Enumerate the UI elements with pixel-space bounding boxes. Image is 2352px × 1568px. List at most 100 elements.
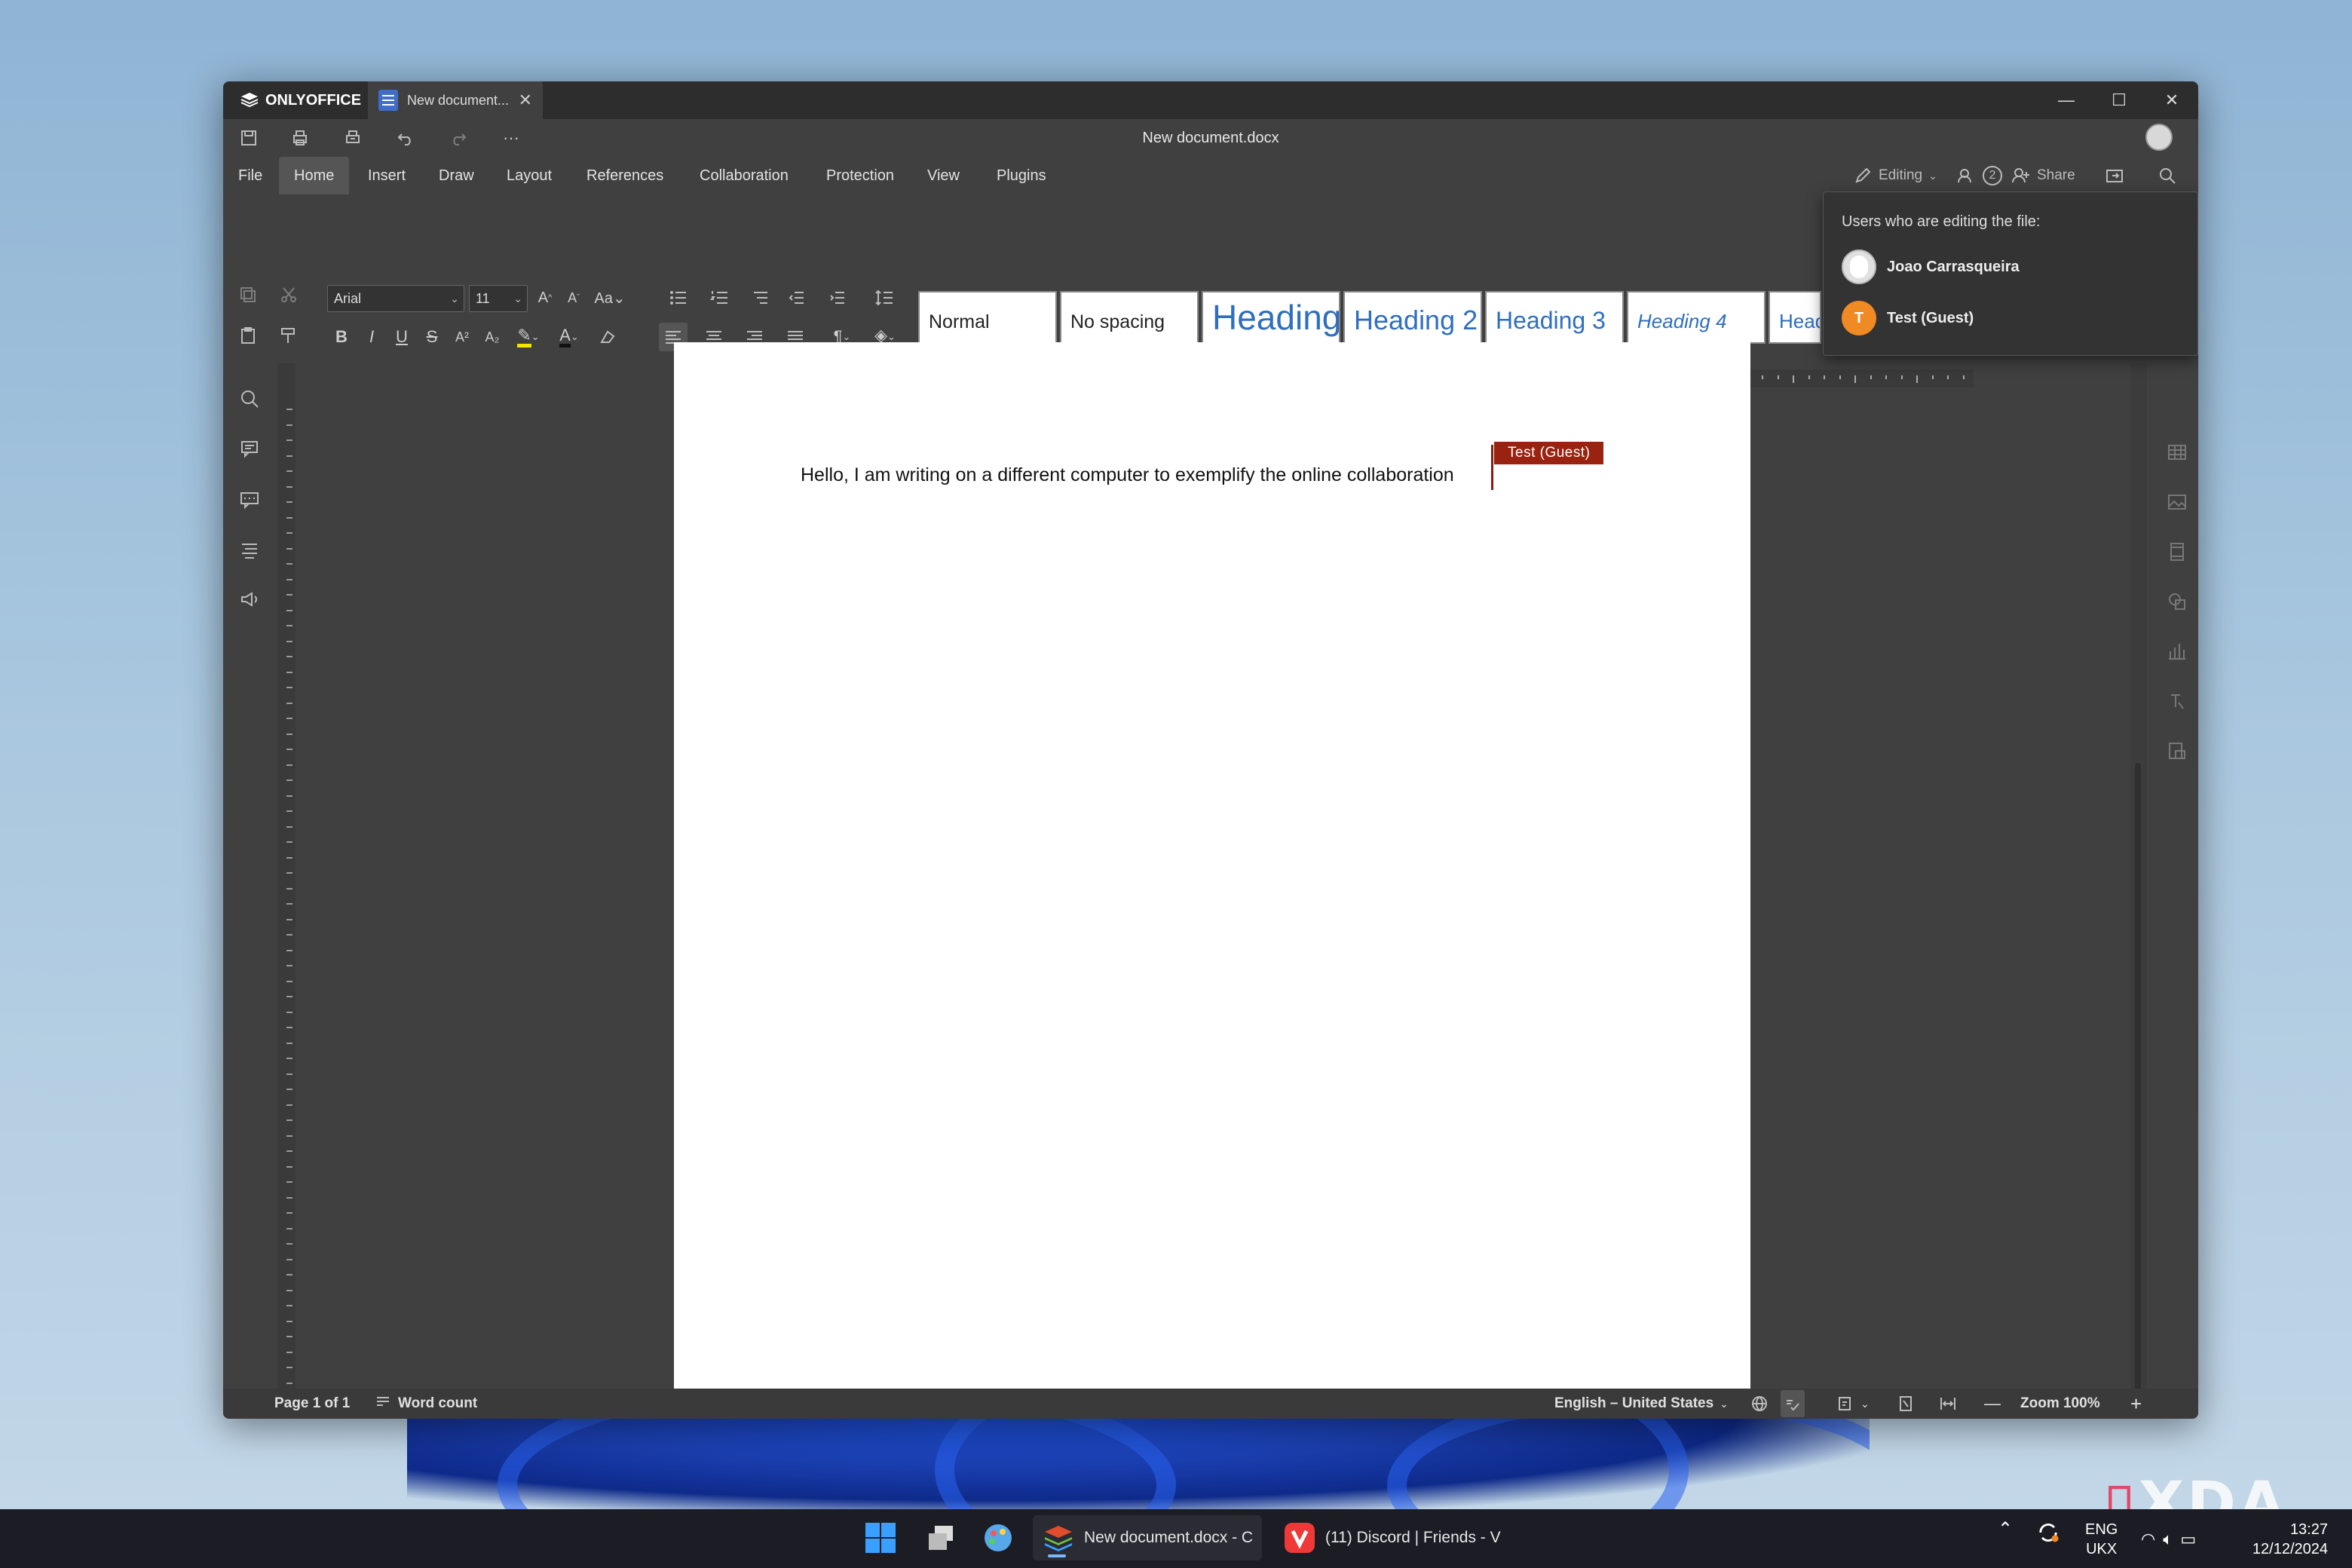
page-indicator[interactable]: Page 1 of 1: [274, 1390, 350, 1417]
table-settings-icon[interactable]: [2164, 439, 2191, 466]
header-footer-icon[interactable]: [2164, 538, 2191, 565]
start-button[interactable]: [864, 1515, 897, 1560]
minimize-button[interactable]: —: [2040, 81, 2093, 119]
underline-icon[interactable]: U: [387, 323, 416, 351]
copy-icon[interactable]: [234, 280, 262, 309]
doc-language-icon[interactable]: [1750, 1390, 1769, 1417]
shape-settings-icon[interactable]: [2164, 588, 2191, 615]
zoom-in-button[interactable]: +: [2130, 1390, 2142, 1417]
image-settings-icon[interactable]: [2164, 488, 2191, 516]
document-text[interactable]: Hello, I am writing on a different compu…: [801, 464, 1454, 486]
menu-plugins[interactable]: Plugins: [982, 157, 1061, 194]
mail-merge-icon[interactable]: [2164, 737, 2191, 764]
close-tab-icon[interactable]: ✕: [519, 90, 532, 110]
zoom-level[interactable]: Zoom 100%: [2020, 1390, 2100, 1417]
bullet-list-icon[interactable]: [660, 283, 698, 312]
user-item-guest[interactable]: T Test (Guest): [1842, 301, 1974, 335]
word-count-button[interactable]: Word count: [374, 1390, 477, 1417]
track-changes-icon[interactable]: ⌄: [1836, 1390, 1870, 1417]
language-indicator[interactable]: ENG UKX: [2085, 1520, 2118, 1559]
line-spacing-icon[interactable]: [865, 283, 903, 312]
style-heading-5[interactable]: Heading 5: [1769, 291, 1821, 344]
style-heading-2[interactable]: Heading 2: [1343, 291, 1482, 344]
multilevel-list-icon[interactable]: [742, 283, 779, 312]
font-name-select[interactable]: Arial ⌄: [327, 285, 464, 312]
comments-icon[interactable]: [234, 433, 265, 464]
undo-icon[interactable]: [392, 125, 419, 151]
search-panel-icon[interactable]: [234, 383, 265, 415]
more-icon[interactable]: ···: [498, 125, 525, 151]
zoom-out-button[interactable]: —: [1984, 1390, 2001, 1417]
clear-style-icon[interactable]: [593, 323, 621, 351]
format-painter-icon[interactable]: [274, 321, 303, 350]
cut-icon[interactable]: [274, 280, 303, 309]
clock[interactable]: 13:27 12/12/2024: [2237, 1520, 2328, 1559]
paste-icon[interactable]: [234, 321, 262, 350]
highlight-color-icon[interactable]: ✎ ⌄: [510, 323, 547, 351]
decrease-font-icon[interactable]: Aˇ: [559, 283, 588, 312]
menu-layout[interactable]: Layout: [492, 157, 567, 194]
search-icon[interactable]: [2158, 160, 2177, 191]
font-size-select[interactable]: 11 ⌄: [469, 285, 528, 312]
maximize-button[interactable]: ☐: [2093, 81, 2145, 119]
quick-print-icon[interactable]: [339, 125, 366, 151]
increase-indent-icon[interactable]: [823, 283, 852, 312]
font-color-icon[interactable]: A ⌄: [550, 323, 588, 351]
document-tab[interactable]: New document... ✕: [368, 81, 543, 119]
menu-references[interactable]: References: [571, 157, 678, 194]
spellcheck-icon[interactable]: [1781, 1390, 1805, 1417]
text-art-icon[interactable]: [2164, 688, 2191, 715]
style-heading-3[interactable]: Heading 3: [1485, 291, 1624, 344]
taskbar-onlyoffice[interactable]: New document.docx - C: [1033, 1515, 1263, 1560]
language-select[interactable]: English – United States ⌄: [1554, 1390, 1729, 1417]
superscript-icon[interactable]: A²: [448, 323, 476, 351]
close-window-button[interactable]: ✕: [2145, 81, 2198, 119]
numbered-list-icon[interactable]: [701, 283, 739, 312]
style-no-spacing[interactable]: No spacing: [1060, 291, 1199, 344]
fit-width-icon[interactable]: [1939, 1390, 1957, 1417]
vertical-scrollbar[interactable]: [2130, 363, 2147, 1419]
change-case-icon[interactable]: Aa⌄: [591, 283, 629, 312]
ruler-tick: [286, 1104, 292, 1106]
subscript-icon[interactable]: A₂: [478, 323, 507, 351]
chat-icon[interactable]: [234, 484, 265, 516]
ruler-tick: [286, 455, 292, 457]
menu-home[interactable]: Home: [279, 157, 350, 194]
feedback-icon[interactable]: [234, 583, 265, 615]
paint-app-button[interactable]: [982, 1515, 1015, 1560]
strikethrough-icon[interactable]: S: [418, 323, 446, 351]
sync-icon[interactable]: [2035, 1520, 2061, 1551]
document-page[interactable]: Hello, I am writing on a different compu…: [674, 342, 1750, 1398]
menu-file[interactable]: File: [223, 157, 277, 194]
task-view-button[interactable]: [924, 1515, 957, 1560]
system-tray-icons[interactable]: ◠ 🔈︎ ▭: [2141, 1520, 2196, 1559]
user-item-joao[interactable]: Joao Carrasqueira: [1842, 250, 2020, 284]
onlyoffice-logo[interactable]: ONLYOFFICE: [240, 89, 361, 112]
decrease-indent-icon[interactable]: [782, 283, 811, 312]
increase-font-icon[interactable]: A ^: [531, 283, 559, 312]
menu-view[interactable]: View: [912, 157, 975, 194]
chart-settings-icon[interactable]: [2164, 638, 2191, 665]
print-icon[interactable]: [286, 125, 314, 151]
style-normal[interactable]: Normal: [918, 291, 1057, 344]
menu-draw[interactable]: Draw: [424, 157, 489, 194]
bold-icon[interactable]: B: [327, 323, 356, 351]
open-location-icon[interactable]: [2105, 160, 2124, 191]
menu-insert[interactable]: Insert: [353, 157, 421, 194]
style-heading-1[interactable]: Heading 1: [1202, 291, 1340, 344]
italic-icon[interactable]: I: [357, 323, 386, 351]
save-icon[interactable]: [235, 125, 262, 151]
fit-page-icon[interactable]: [1897, 1390, 1915, 1417]
editing-mode-button[interactable]: Editing ⌄: [1853, 160, 1937, 191]
style-heading-2-label: Heading 2: [1354, 305, 1478, 335]
taskbar-vivaldi[interactable]: (11) Discord | Friends - V: [1274, 1515, 1510, 1560]
show-hidden-icons[interactable]: ⌃: [1998, 1520, 2013, 1539]
user-avatar[interactable]: [2145, 124, 2173, 151]
users-button[interactable]: 2: [1957, 160, 2002, 191]
menu-protection[interactable]: Protection: [811, 157, 909, 194]
share-button[interactable]: Share: [2011, 160, 2075, 191]
menu-collaboration[interactable]: Collaboration: [684, 157, 804, 194]
style-heading-4[interactable]: Heading 4: [1627, 291, 1766, 344]
redo-icon[interactable]: [445, 125, 472, 151]
navigation-icon[interactable]: [234, 534, 265, 565]
